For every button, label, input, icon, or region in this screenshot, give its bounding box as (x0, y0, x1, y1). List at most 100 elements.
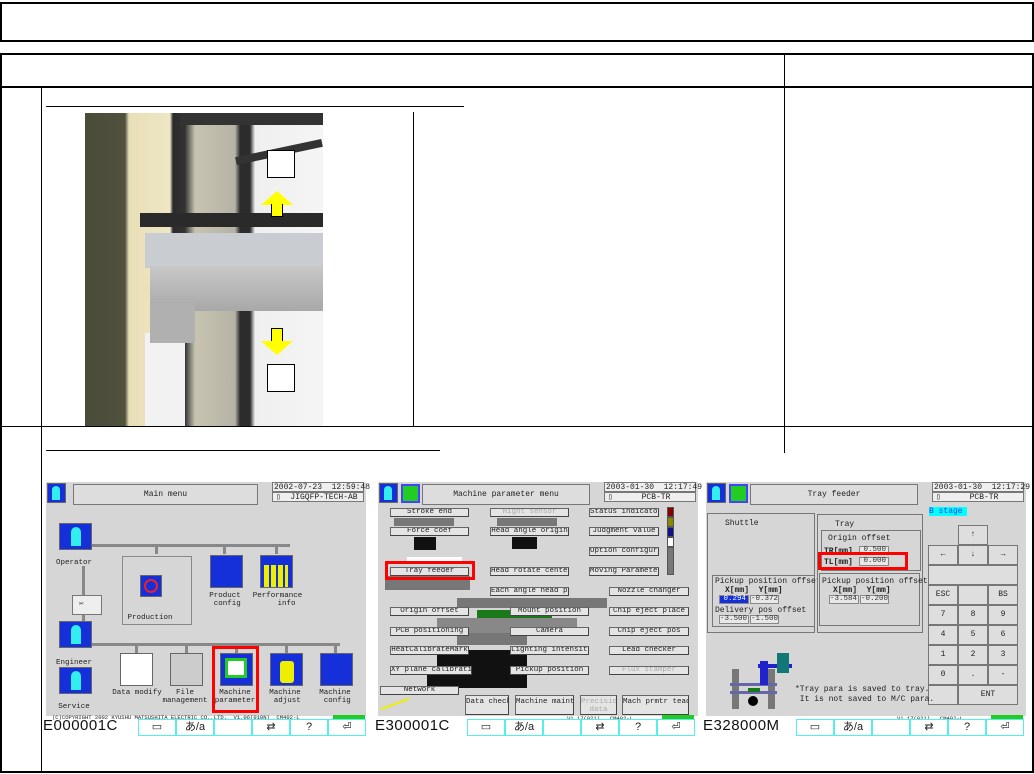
label-box-top (267, 150, 295, 178)
machine-config-label[interactable]: Machine config (310, 689, 360, 705)
key-8[interactable]: 8 (958, 605, 988, 625)
head-angle-origin-button[interactable]: Head angle origin (490, 527, 569, 536)
lead-checker-button[interactable]: Lead checker (609, 646, 689, 655)
chip-eject-pos-button[interactable]: Chip eject pos (609, 627, 689, 636)
signal-tower-segment (667, 507, 674, 517)
nozzle-icon (748, 696, 758, 706)
file-icon: ▯ (608, 493, 613, 502)
key-←[interactable]: ← (928, 545, 958, 565)
production-label[interactable]: Production (115, 614, 185, 622)
chip-eject-place-button[interactable]: Chip eject place (609, 607, 689, 616)
precision-data-button[interactable]: Precision data (580, 695, 617, 715)
key-↑[interactable]: ↑ (958, 525, 988, 545)
help-button[interactable]: ? (290, 719, 328, 736)
mach-prmtr-teach-button[interactable]: Mach prmtr teach (622, 695, 689, 715)
machine-graphic (768, 669, 775, 709)
window-button[interactable]: ▭ (467, 719, 505, 736)
kana-input-button[interactable]: あ/a (176, 719, 214, 736)
connector-line (135, 643, 138, 653)
network-button[interactable]: Network (380, 686, 459, 695)
key-minus[interactable]: - (988, 665, 1018, 685)
switch-button[interactable]: ⇄ (252, 719, 290, 736)
machine-adjust-label[interactable]: Machine adjust (260, 689, 310, 705)
switch-button[interactable]: ⇄ (910, 719, 948, 736)
performance-info-label[interactable]: Performance info (250, 592, 305, 608)
blank-button[interactable] (872, 719, 910, 736)
key-dot[interactable]: . (958, 665, 988, 685)
camera-button[interactable]: Camera (510, 627, 589, 636)
file-management-label[interactable]: File management (160, 689, 210, 705)
tray-pickup-y-field[interactable]: -0.200 (860, 595, 889, 604)
engineer-label[interactable]: Engineer (50, 659, 98, 667)
nozzle-changer-button[interactable]: Nozzle changer (609, 587, 689, 596)
option-configurat-button[interactable]: Option configurat (589, 547, 659, 556)
delivery-x-field[interactable]: -3.500 (719, 615, 749, 624)
key-2[interactable]: 2 (958, 645, 988, 665)
kana-input-button[interactable]: あ/a (834, 719, 872, 736)
lighting-intensity-button[interactable]: Lighting intensity (510, 646, 589, 655)
key-7[interactable]: 7 (928, 605, 958, 625)
machine-graphic (748, 688, 760, 692)
shuttle-pickup-y-field[interactable]: -0.372 (750, 595, 779, 604)
switch-button[interactable]: ⇄ (581, 719, 619, 736)
origin-offset-button[interactable]: Origin offset (390, 607, 469, 616)
service-label[interactable]: Service (50, 703, 98, 711)
operator-label[interactable]: Operator (50, 559, 98, 567)
help-button[interactable]: ? (948, 719, 986, 736)
key-blank[interactable] (958, 585, 988, 605)
person-figure-icon (71, 625, 81, 644)
screen-code: E300001C (375, 717, 450, 734)
moving-parameter-button[interactable]: Moving Parameter (589, 567, 659, 576)
key-→[interactable]: → (988, 545, 1018, 565)
blank-button[interactable] (214, 719, 252, 736)
key-BS[interactable]: BS (988, 585, 1018, 605)
window-button[interactable]: ▭ (796, 719, 834, 736)
force-coef-button[interactable]: Force coef (390, 527, 469, 536)
pcb-positioning-button[interactable]: PCB positioning (390, 627, 469, 636)
product-config-label[interactable]: Product config (200, 592, 250, 608)
head-rotate-center-button[interactable]: Head rotate center (490, 567, 569, 576)
data-check-button[interactable]: Data check (465, 695, 509, 715)
heatcalibratemark-button[interactable]: HeatCalibrateMark (390, 646, 469, 655)
mount-position-button[interactable]: Mount position (510, 607, 589, 616)
parameter-icon (729, 484, 748, 503)
step2-underline (46, 450, 440, 451)
file-management-icon[interactable] (170, 653, 203, 686)
key-6[interactable]: 6 (988, 625, 1018, 645)
key-ENT[interactable]: ENT (958, 685, 1018, 705)
window-button[interactable]: ▭ (138, 719, 176, 736)
shuttle-pickup-x-field[interactable]: 0.294 (719, 595, 749, 604)
judgment-value-button[interactable]: Judgment value (589, 527, 659, 536)
kana-input-button[interactable]: あ/a (505, 719, 543, 736)
delivery-y-field[interactable]: -1.500 (750, 615, 779, 624)
keypad-blank-row (928, 565, 1018, 585)
pickup-position-button[interactable]: Pickup position (510, 666, 589, 675)
key-3[interactable]: 3 (988, 645, 1018, 665)
key-9[interactable]: 9 (988, 605, 1018, 625)
flux-stamper-button[interactable]: Flux stamper (609, 666, 689, 675)
machine-config-icon[interactable] (320, 653, 353, 686)
key-1[interactable]: 1 (928, 645, 958, 665)
tray-pickup-x-field[interactable]: -3.584 (829, 595, 859, 604)
return-button[interactable]: ⏎ (657, 719, 695, 736)
stroke-end-button[interactable]: Stroke end (390, 508, 469, 517)
row-divider-right (785, 426, 1034, 427)
status-indicator-button[interactable]: Status indicator (589, 508, 659, 517)
xy-plane-calibration-button[interactable]: XY plane calibration (390, 666, 472, 675)
key-4[interactable]: 4 (928, 625, 958, 645)
help-button[interactable]: ? (619, 719, 657, 736)
return-button[interactable]: ⏎ (328, 719, 366, 736)
data-modify-label[interactable]: Data modify (112, 689, 162, 697)
return-button[interactable]: ⏎ (986, 719, 1024, 736)
each-angle-head-pos-button[interactable]: Each angle head pos (490, 587, 569, 596)
hight-sensor-button[interactable]: Hight sensor (490, 508, 569, 517)
key-5[interactable]: 5 (958, 625, 988, 645)
tray-pickup-label: Pickup position offset (822, 577, 928, 586)
product-config-icon[interactable] (210, 555, 243, 588)
key-ESC[interactable]: ESC (928, 585, 958, 605)
machine-mainte-button[interactable]: Machine mainte (515, 695, 574, 715)
key-0[interactable]: 0 (928, 665, 958, 685)
key-↓[interactable]: ↓ (958, 545, 988, 565)
data-modify-icon[interactable] (120, 653, 153, 686)
blank-button[interactable] (543, 719, 581, 736)
